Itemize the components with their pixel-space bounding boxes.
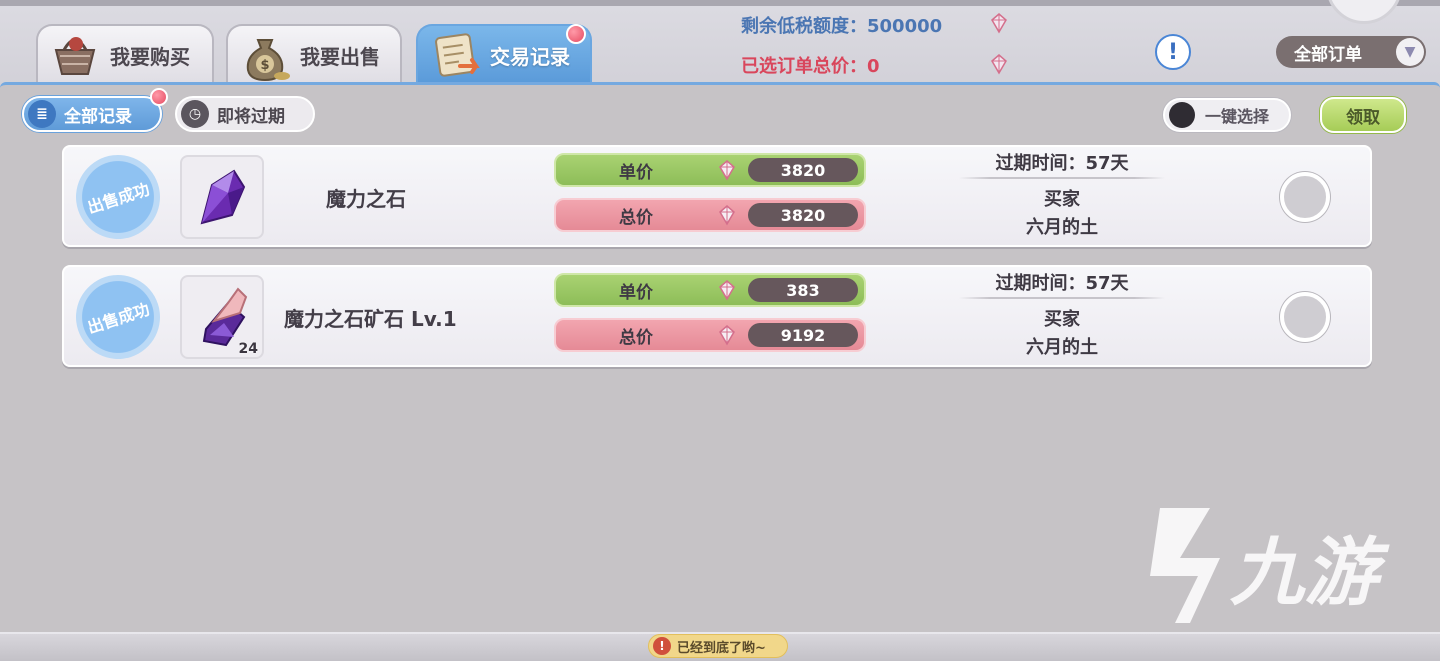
unit-price-value: 3820: [748, 158, 858, 182]
select-all-toggle[interactable]: 一键选择: [1163, 98, 1291, 132]
scroll-icon: [426, 26, 484, 84]
claim-button[interactable]: 领取: [1320, 97, 1406, 133]
info-icon: !: [1167, 39, 1179, 65]
help-button[interactable]: !: [1155, 34, 1191, 70]
end-of-list-text: 已经到底了哟~: [677, 640, 766, 656]
unit-price-label: 单价: [619, 282, 653, 303]
top-header: [0, 0, 1440, 86]
notification-dot: [150, 88, 168, 106]
stamp-label: 出售成功: [85, 299, 152, 338]
watermark-logo: 九游: [1120, 498, 1410, 628]
subtab-all-records-label: 全部记录: [64, 106, 132, 127]
buyer-label: 买家: [1044, 309, 1080, 330]
document-icon: ≣: [28, 100, 56, 128]
total-price-label: 总价: [619, 327, 653, 348]
warning-icon: !: [653, 637, 671, 655]
item-name: 魔力之石矿石 Lv.1: [284, 307, 457, 331]
select-all-label: 一键选择: [1205, 107, 1270, 126]
subtab-expiring-soon-label: 即将过期: [217, 106, 285, 127]
record-select-radio[interactable]: [1280, 292, 1330, 342]
total-price-label: 总价: [619, 207, 653, 228]
item-quantity: 24: [238, 341, 258, 357]
record-select-radio[interactable]: [1280, 172, 1330, 222]
gem-currency-icon: [719, 205, 735, 226]
top-border: [0, 0, 1440, 6]
tax-quota-label: 剩余低税额度：: [741, 16, 867, 37]
unit-price-pill: 单价 3820: [554, 153, 866, 187]
gem-currency-icon: [991, 13, 1007, 34]
notification-dot: [566, 24, 586, 44]
tab-sell-label: 我要出售: [300, 44, 380, 69]
svg-text:九游: 九游: [1230, 530, 1390, 616]
tab-buy-label: 我要购买: [110, 44, 190, 69]
item-name: 魔力之石: [326, 187, 406, 211]
claim-label: 领取: [1346, 107, 1380, 128]
toggle-knob: [1169, 102, 1195, 128]
unit-price-value: 383: [748, 278, 858, 302]
magic-crystal-icon: [200, 169, 246, 225]
order-filter-dropdown[interactable]: 全部订单 ▼: [1276, 36, 1426, 68]
tab-sell[interactable]: $ 我要出售: [226, 24, 402, 84]
divider: [959, 297, 1165, 299]
order-filter-value: 全部订单: [1294, 44, 1362, 65]
tax-quota-value: 500000: [867, 16, 943, 37]
unit-price-pill: 单价 383: [554, 273, 866, 307]
gem-currency-icon: [719, 280, 735, 301]
gem-currency-icon: [991, 54, 1007, 75]
total-price-value: 3820: [748, 203, 858, 227]
record-row: 出售成功 24 魔力之石矿石 Lv.1 单价 383 总价 9192 过期时间：…: [62, 264, 1372, 370]
chevron-down-icon: ▼: [1396, 38, 1424, 66]
tab-trade-records-label: 交易记录: [490, 44, 570, 69]
record-row: 出售成功 魔力之石 单价 3820 总价 3820 过期时间：57天 买家 六月…: [62, 144, 1372, 250]
shopping-basket-icon: [46, 26, 104, 84]
gem-currency-icon: [719, 325, 735, 346]
total-price-pill: 总价 3820: [554, 198, 866, 232]
gem-currency-icon: [719, 160, 735, 181]
expire-time: 过期时间：57天: [995, 153, 1129, 174]
expire-time: 过期时间：57天: [995, 273, 1129, 294]
item-slot[interactable]: 24: [180, 275, 264, 359]
divider: [959, 177, 1165, 179]
sold-success-stamp: 出售成功: [65, 144, 171, 250]
tab-buy[interactable]: 我要购买: [36, 24, 214, 84]
subtab-expiring-soon[interactable]: ◷ 即将过期: [175, 96, 315, 132]
selected-total-value: 0: [867, 56, 880, 77]
svg-text:$: $: [260, 58, 269, 73]
item-slot[interactable]: [180, 155, 264, 239]
buyer-name: 六月的土: [1026, 217, 1098, 238]
buyer-label: 买家: [1044, 189, 1080, 210]
money-bag-icon: $: [236, 26, 294, 84]
unit-price-label: 单价: [619, 162, 653, 183]
total-price-value: 9192: [748, 323, 858, 347]
clock-icon: ◷: [181, 100, 209, 128]
tax-quota: 剩余低税额度：500000: [741, 12, 942, 38]
buyer-name: 六月的土: [1026, 337, 1098, 358]
selected-total-label: 已选订单总价：: [741, 56, 867, 77]
end-of-list-tip: ! 已经到底了哟~: [648, 634, 788, 658]
stamp-label: 出售成功: [85, 179, 152, 218]
selected-total: 已选订单总价：0: [741, 52, 880, 78]
subtab-all-records[interactable]: ≣ 全部记录: [22, 96, 162, 132]
sold-success-stamp: 出售成功: [65, 264, 171, 370]
total-price-pill: 总价 9192: [554, 318, 866, 352]
